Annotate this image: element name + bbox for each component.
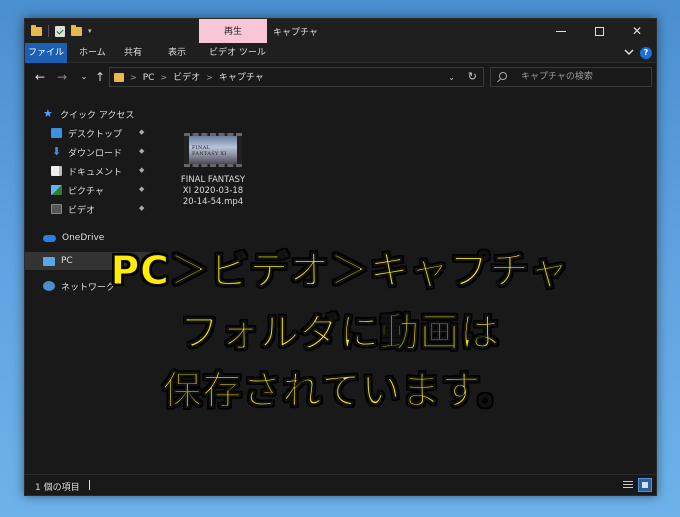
address-history-chevron-icon[interactable]: ⌄	[448, 71, 455, 85]
thumbnail-title: FINAL FANTASY XI	[192, 145, 227, 157]
pin-icon: ◆	[139, 204, 145, 212]
forward-button[interactable]: →	[55, 69, 69, 85]
sidebar-item-pc[interactable]: PC	[25, 252, 151, 270]
sidebar-item-label: ダウンロード	[68, 148, 123, 159]
onedrive-icon	[43, 234, 56, 242]
breadcrumb-item-videos[interactable]: ビデオ	[173, 71, 200, 85]
pin-icon: ◆	[139, 185, 145, 193]
breadcrumb-separator: >	[206, 73, 213, 82]
customize-toolbar-chevron-icon[interactable]: ▾	[88, 27, 92, 35]
sidebar-item-label: デスクトップ	[68, 129, 123, 140]
folder-icon	[114, 73, 124, 82]
large-icons-view-button[interactable]	[638, 478, 652, 492]
sidebar-item-label: ピクチャ	[68, 186, 104, 197]
sidebar-item-label: ネットワーク	[61, 282, 116, 293]
refresh-button[interactable]: ↻	[468, 70, 477, 84]
thumbnail-image: FINAL FANTASY XI	[189, 136, 237, 164]
minimize-button[interactable]	[542, 19, 580, 43]
sidebar-item-label: ドキュメント	[68, 167, 123, 178]
video-thumbnail: FINAL FANTASY XI	[184, 133, 242, 167]
recent-locations-button[interactable]: ⌄	[77, 69, 91, 85]
context-tab-play[interactable]: 再生	[199, 19, 267, 43]
pin-icon: ◆	[139, 166, 145, 174]
status-bar: 1 個の項目	[25, 474, 656, 495]
breadcrumb-item-pc[interactable]: PC	[143, 71, 155, 85]
sidebar-item-label: OneDrive	[62, 233, 105, 243]
minimize-icon	[556, 30, 566, 32]
maximize-button[interactable]	[580, 19, 618, 43]
up-button[interactable]: ↑	[93, 69, 107, 85]
pin-icon: ◆	[139, 147, 145, 155]
title-bar: ▾ 再生 キャプチャ ✕	[25, 19, 656, 43]
document-icon	[51, 166, 62, 176]
tab-share[interactable]: 共有	[116, 43, 150, 63]
file-name: FINAL FANTASY XI 2020-03-18 20-14-54.mp4	[180, 175, 246, 207]
status-divider	[89, 480, 90, 490]
breadcrumb-item-capture[interactable]: キャプチャ	[219, 71, 264, 85]
new-folder-icon[interactable]	[71, 24, 82, 36]
tab-home[interactable]: ホーム	[71, 43, 114, 63]
sidebar-item-label: ビデオ	[68, 205, 96, 216]
close-button[interactable]: ✕	[618, 19, 656, 43]
videos-icon	[51, 204, 62, 214]
properties-icon[interactable]	[55, 25, 65, 37]
sidebar-item-label: PC	[61, 256, 73, 266]
sidebar-item-onedrive[interactable]: OneDrive	[25, 229, 151, 247]
file-list-pane: FINAL FANTASY XI FINAL FANTASY XI 2020-0…	[152, 91, 656, 475]
sidebar-item-network[interactable]: ネットワーク	[25, 277, 151, 295]
details-view-button[interactable]	[622, 479, 634, 491]
network-icon	[43, 281, 55, 291]
navigation-pane: ★ クイック アクセス デスクトップ ◆ ⬇ ダウンロード ◆ ドキュメント ◆…	[25, 91, 151, 475]
help-icon[interactable]: ?	[640, 47, 652, 59]
sidebar-item-quick-access[interactable]: ★ クイック アクセス	[25, 105, 151, 123]
breadcrumb-separator: >	[160, 73, 168, 82]
quick-access-toolbar: ▾	[31, 24, 92, 37]
window-title: キャプチャ	[273, 28, 318, 38]
sidebar-item-documents[interactable]: ドキュメント ◆	[25, 162, 151, 180]
ribbon-tabs: ファイル ホーム 共有 表示 ビデオ ツール ?	[25, 43, 656, 63]
sidebar-item-label: クイック アクセス	[60, 110, 135, 121]
sidebar-item-pictures[interactable]: ピクチャ ◆	[25, 181, 151, 199]
breadcrumb: > PC > ビデオ > キャプチャ	[130, 71, 264, 85]
search-box[interactable]	[490, 67, 652, 87]
toolbar-divider	[48, 25, 49, 37]
tab-file[interactable]: ファイル	[25, 43, 67, 63]
back-button[interactable]: ←	[33, 69, 47, 85]
item-count: 1 個の項目	[35, 483, 80, 493]
folder-icon	[31, 24, 42, 36]
file-item[interactable]: FINAL FANTASY XI FINAL FANTASY XI 2020-0…	[168, 129, 258, 225]
desktop-icon	[51, 128, 62, 138]
expand-ribbon-chevron-icon[interactable]	[624, 47, 634, 57]
tab-video-tools[interactable]: ビデオ ツール	[201, 43, 274, 63]
search-icon	[499, 72, 507, 80]
close-icon: ✕	[631, 24, 643, 38]
pc-icon	[43, 256, 55, 266]
maximize-icon	[594, 26, 604, 36]
pictures-icon	[51, 185, 62, 195]
sidebar-item-videos[interactable]: ビデオ ◆	[25, 200, 151, 218]
breadcrumb-separator: >	[130, 73, 137, 82]
sidebar-item-downloads[interactable]: ⬇ ダウンロード ◆	[25, 143, 151, 161]
tab-view[interactable]: 表示	[160, 43, 194, 63]
star-icon: ★	[43, 107, 53, 120]
explorer-window: ▾ 再生 キャプチャ ✕ ファイル ホーム 共有 表示 ビデオ ツール ? ← …	[24, 18, 657, 496]
search-input[interactable]	[521, 68, 641, 86]
address-bar[interactable]: > PC > ビデオ > キャプチャ ⌄ ↻	[109, 67, 484, 87]
pin-icon: ◆	[139, 128, 145, 136]
download-icon: ⬇	[51, 145, 62, 158]
navigation-bar: ← → ⌄ ↑ > PC > ビデオ > キャプチャ ⌄ ↻	[25, 64, 656, 90]
sidebar-item-desktop[interactable]: デスクトップ ◆	[25, 124, 151, 142]
